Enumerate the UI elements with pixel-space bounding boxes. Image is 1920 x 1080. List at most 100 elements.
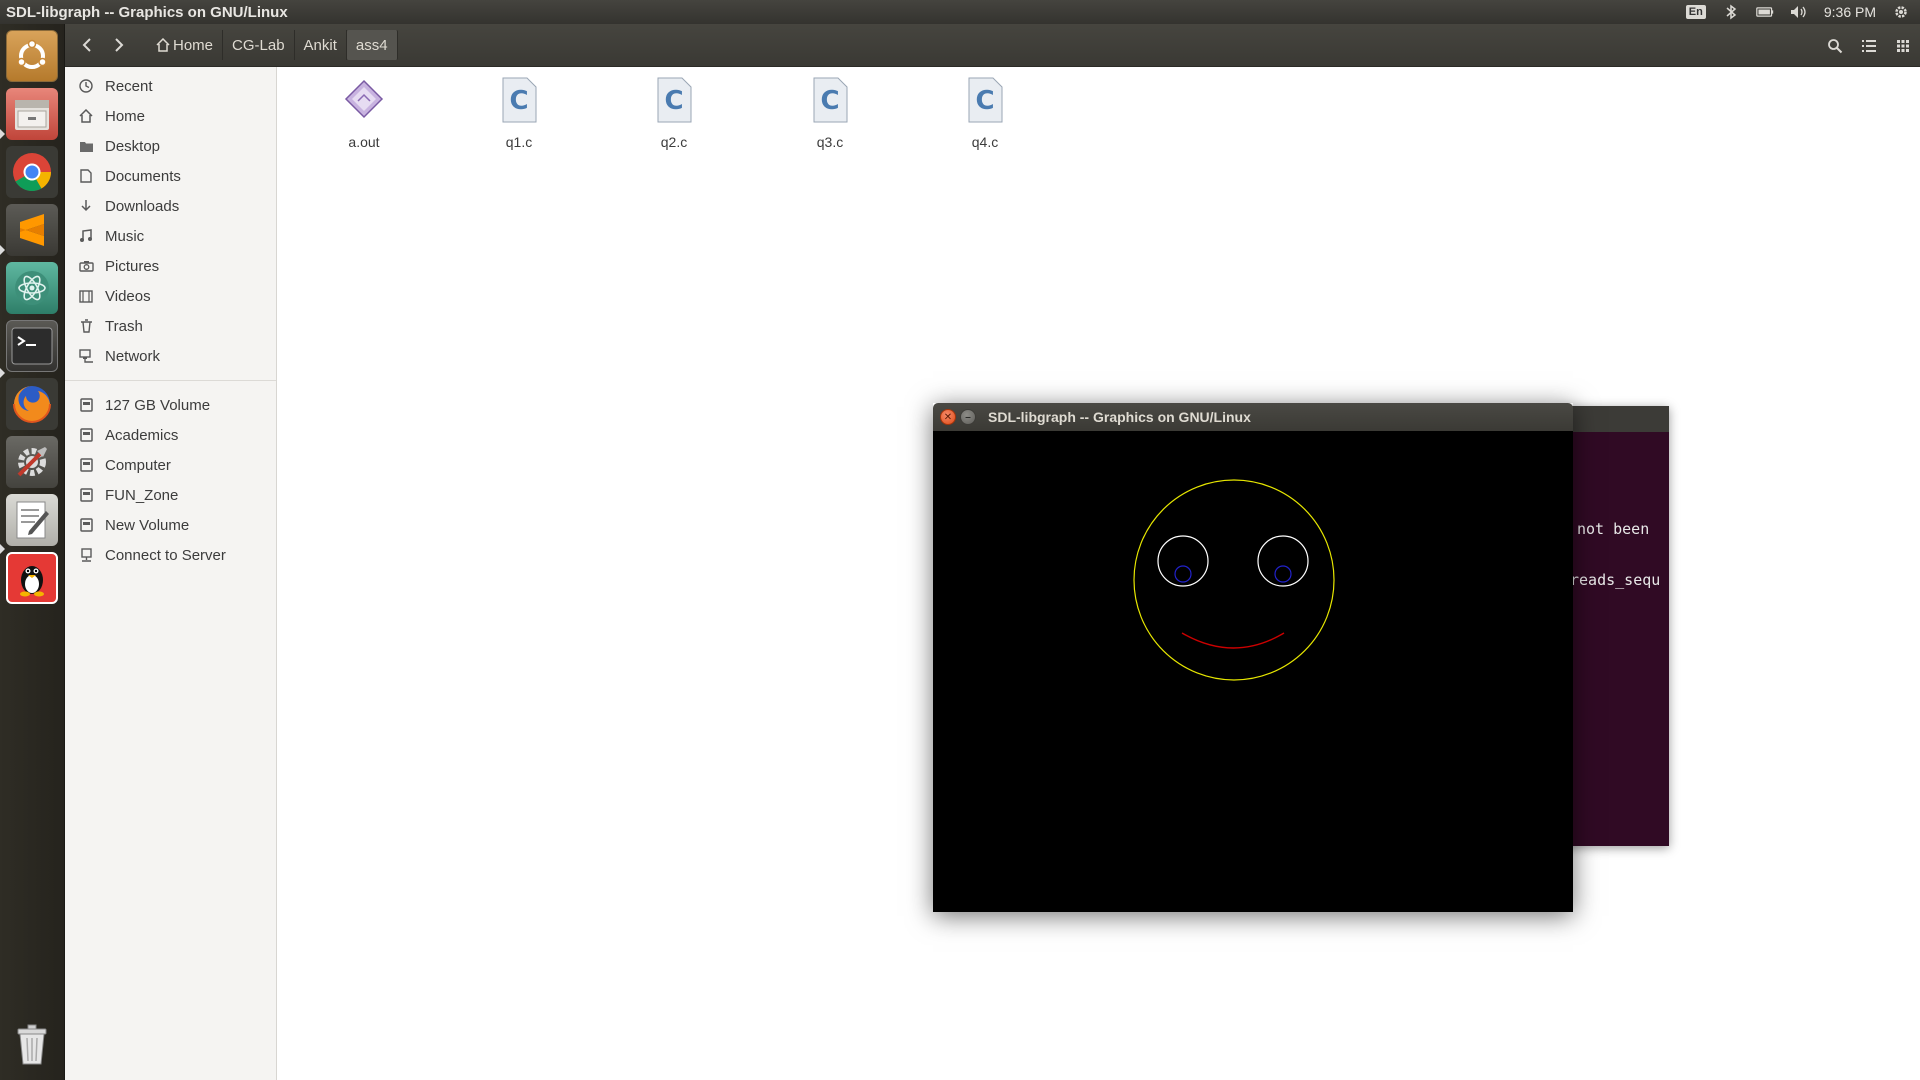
sidebar-item-home[interactable]: Home [65, 101, 276, 131]
forward-button[interactable] [103, 30, 135, 60]
terminal-titlebar[interactable] [1560, 406, 1669, 432]
list-view-button[interactable] [1852, 24, 1886, 67]
launcher [0, 24, 65, 1080]
c-source-file-icon: C [813, 77, 848, 123]
breadcrumb-label: Home [173, 36, 214, 54]
launcher-settings-button[interactable] [6, 436, 58, 488]
toolbar-right [1818, 24, 1920, 67]
sidebar-divider [65, 380, 276, 381]
file-name: q1.c [505, 134, 533, 150]
minimize-icon: – [965, 411, 971, 423]
power-gear-icon[interactable] [1892, 3, 1910, 21]
grid-view-icon [1897, 39, 1909, 52]
launcher-dash-button[interactable] [6, 30, 58, 82]
breadcrumb-home[interactable]: Home [147, 30, 224, 60]
running-indicator [0, 368, 5, 378]
executable-icon [344, 79, 384, 119]
breadcrumb-label: CG-Lab [232, 36, 285, 54]
file-name: q4.c [971, 134, 999, 150]
atom-icon [15, 271, 49, 305]
battery-icon[interactable] [1756, 3, 1774, 21]
launcher-firefox-button[interactable] [6, 378, 58, 430]
top-panel: SDL-libgraph -- Graphics on GNU/Linux En… [0, 0, 1920, 24]
breadcrumb-label: ass4 [355, 36, 388, 54]
file-item-a-out[interactable]: a.out [314, 77, 414, 150]
search-icon [1828, 38, 1843, 53]
sidebar-item-new-volume[interactable]: New Volume [65, 510, 276, 540]
breadcrumb-cg-lab[interactable]: CG-Lab [223, 30, 295, 60]
sidebar-item-label: Documents [105, 167, 181, 185]
video-icon [77, 287, 95, 305]
list-view-icon [1862, 39, 1876, 52]
sidebar-item-fun-zone[interactable]: FUN_Zone [65, 480, 276, 510]
grid-view-button[interactable] [1886, 24, 1920, 67]
launcher-atom-button[interactable] [6, 262, 58, 314]
home-icon [77, 107, 95, 125]
sidebar-item-academics[interactable]: Academics [65, 420, 276, 450]
breadcrumb-ass4[interactable]: ass4 [346, 30, 398, 60]
sdl-graphics-window[interactable]: ✕ – SDL-libgraph -- Graphics on GNU/Linu… [933, 403, 1573, 912]
launcher-files-button[interactable] [6, 88, 58, 140]
file-name: q3.c [816, 134, 844, 150]
settings-icon [17, 447, 47, 477]
back-button[interactable] [71, 30, 103, 60]
keyboard-layout-indicator[interactable]: En [1685, 5, 1706, 19]
indicator-area: En 9:36 PM [1685, 0, 1920, 24]
volume-icon[interactable] [1790, 3, 1808, 21]
sidebar-item-videos[interactable]: Videos [65, 281, 276, 311]
file-manager-toolbar: Home CG-Lab Ankit ass4 [65, 24, 1920, 67]
breadcrumb-ankit[interactable]: Ankit [295, 30, 347, 60]
bluetooth-icon[interactable] [1722, 3, 1740, 21]
places-sidebar: Recent Home Desktop Documents Downloads … [65, 67, 277, 1080]
camera-icon [77, 257, 95, 275]
close-button[interactable]: ✕ [940, 409, 956, 425]
drive-icon [77, 456, 95, 474]
sidebar-item-music[interactable]: Music [65, 221, 276, 251]
file-name: q2.c [660, 134, 688, 150]
sidebar-item-label: Connect to Server [105, 546, 226, 564]
svg-text:C: C [664, 86, 683, 116]
sidebar-item-label: Trash [105, 317, 143, 335]
music-icon [77, 227, 95, 245]
sidebar-item-recent[interactable]: Recent [65, 71, 276, 101]
sidebar-item-label: Home [105, 107, 146, 125]
canvas-background [933, 431, 1573, 912]
sidebar-item-label: Computer [105, 456, 171, 474]
file-name: a.out [348, 134, 380, 150]
minimize-button[interactable]: – [960, 409, 976, 425]
clock-text[interactable]: 9:36 PM [1824, 4, 1876, 20]
sidebar-item-downloads[interactable]: Downloads [65, 191, 276, 221]
file-item-q4-c[interactable]: C q4.c [935, 77, 1035, 150]
file-item-q3-c[interactable]: C q3.c [780, 77, 880, 150]
launcher-chrome-button[interactable] [6, 146, 58, 198]
sidebar-item-127gb-volume[interactable]: 127 GB Volume [65, 390, 276, 420]
c-source-file-icon: C [502, 77, 537, 123]
sidebar-item-desktop[interactable]: Desktop [65, 131, 276, 161]
sidebar-item-computer[interactable]: Computer [65, 450, 276, 480]
launcher-trash-button[interactable] [6, 1018, 58, 1070]
sidebar-item-network[interactable]: Network [65, 341, 276, 371]
sidebar-item-label: Downloads [105, 197, 180, 215]
sublime-icon [20, 214, 44, 246]
sidebar-item-trash[interactable]: Trash [65, 311, 276, 341]
sidebar-item-connect-to-server[interactable]: Connect to Server [65, 540, 276, 570]
launcher-terminal-button[interactable] [6, 320, 58, 372]
sidebar-item-pictures[interactable]: Pictures [65, 251, 276, 281]
sdl-window-titlebar[interactable]: ✕ – SDL-libgraph -- Graphics on GNU/Linu… [933, 403, 1573, 431]
svg-text:C: C [820, 86, 839, 116]
graphics-canvas [933, 431, 1573, 912]
trash-icon [77, 317, 95, 335]
clock-icon [77, 77, 95, 95]
search-button[interactable] [1818, 24, 1852, 67]
folder-icon [77, 137, 95, 155]
sidebar-item-documents[interactable]: Documents [65, 161, 276, 191]
launcher-sublime-button[interactable] [6, 204, 58, 256]
file-item-q2-c[interactable]: C q2.c [624, 77, 724, 150]
terminal-window[interactable]: not been reads_sequ [1560, 406, 1669, 846]
file-item-q1-c[interactable]: C q1.c [469, 77, 569, 150]
launcher-linux-app-button[interactable] [6, 552, 58, 604]
file-cabinet-icon [15, 100, 49, 130]
running-indicator [0, 245, 5, 255]
launcher-text-editor-button[interactable] [6, 494, 58, 546]
home-icon [156, 38, 170, 52]
